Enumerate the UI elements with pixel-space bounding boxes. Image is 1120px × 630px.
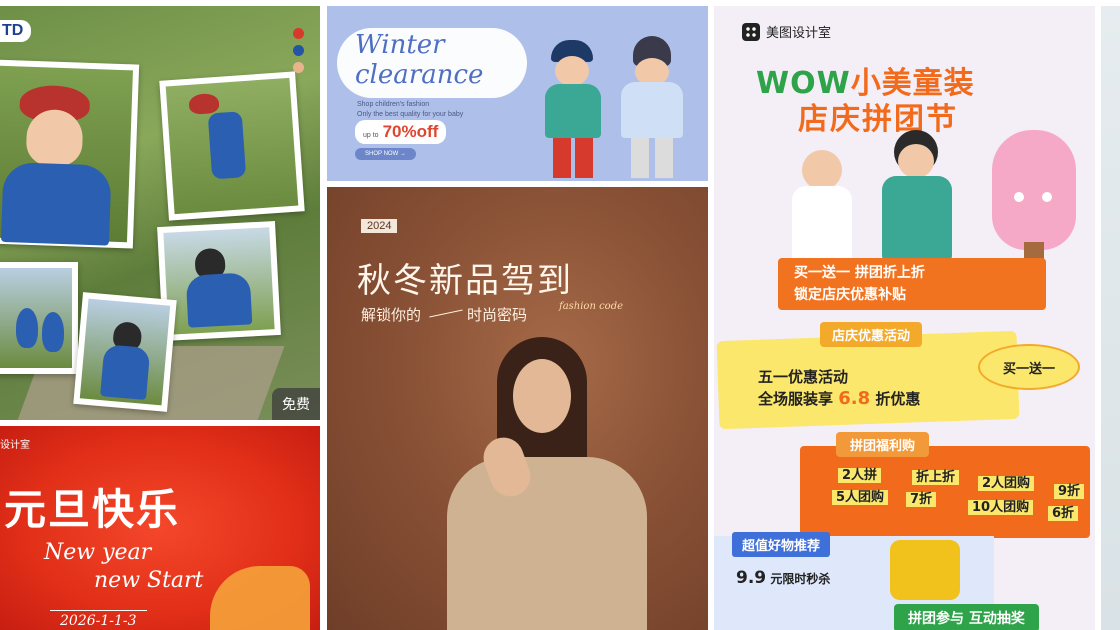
- shop-now-button: SHOP NOW →: [355, 148, 416, 160]
- template-card-autumn-fashion[interactable]: 2024 秋冬新品驾到 解锁你的 时尚密码 fashion code: [327, 187, 708, 630]
- swatch-red[interactable]: [293, 28, 304, 39]
- recommend-price-text: 元限时秒杀: [770, 572, 831, 586]
- collage-photo: [157, 220, 281, 342]
- swatch-peach[interactable]: [293, 62, 304, 73]
- horse-illustration: [210, 566, 310, 630]
- promo-section-body: 五一优惠活动 全场服装享 6.8 折优惠: [758, 366, 920, 410]
- promo-line-2-prefix: 全场服装享: [758, 390, 834, 408]
- recommend-price: 9.9 元限时秒杀: [736, 568, 830, 588]
- group-item: 7折: [906, 488, 937, 507]
- group-item: 2人团购: [978, 472, 1035, 491]
- promo-discount: 6.8: [838, 388, 871, 409]
- template-card-new-year[interactable]: 设计室 元旦快乐 New year new Start 2026-1-1-3: [0, 426, 320, 630]
- group-section-title: 拼团福利购: [836, 432, 930, 457]
- subtitle-line-1: Shop children's fashion: [357, 101, 430, 108]
- english-line-1: New year: [44, 540, 152, 565]
- color-swatches: [293, 28, 304, 73]
- group-item: 2人拼: [838, 464, 882, 483]
- subtitle-line-2: Only the best quality for your baby: [357, 111, 464, 118]
- brand-tag: TD: [0, 20, 32, 42]
- discount-prefix: up to: [363, 132, 379, 139]
- title-line-2: clearance: [355, 60, 484, 90]
- meitu-logo-icon: [742, 22, 760, 41]
- promo-banner-line-1: 买一送一 拼团折上折: [794, 265, 925, 281]
- group-item: 5人团购: [832, 486, 889, 505]
- promo-line-2: 全场服装享 6.8 折优惠: [758, 388, 920, 410]
- subline-right: 时尚密码: [467, 306, 528, 324]
- template-gallery: TD 免费 Winter clearance Shop children's f…: [0, 0, 1120, 630]
- english-line-2: new Start: [94, 568, 204, 593]
- template-card-partial[interactable]: [1101, 6, 1120, 630]
- group-item: 10人团购: [968, 496, 1034, 515]
- group-item: 6折: [1048, 502, 1079, 521]
- discount-pill: up to 70%off: [355, 120, 447, 144]
- free-badge: 免费: [272, 388, 320, 420]
- template-card-winter-clearance[interactable]: Winter clearance Shop children's fashion…: [327, 6, 708, 181]
- discount-value: 70%off: [382, 122, 439, 141]
- yellow-jacket-image: [890, 540, 960, 600]
- template-card-kids-store[interactable]: 美图设计室 WOW小美童装 店庆拼团节 买一送一 拼团折上折 锁定店庆优惠补贴 …: [714, 6, 1095, 630]
- brand-logo: 美图设计室: [742, 22, 831, 41]
- group-item: 折上折: [912, 466, 960, 485]
- collage-photo: [73, 292, 177, 412]
- divider-line: [429, 309, 463, 318]
- subline-left: 解锁你的: [361, 306, 422, 324]
- model-photo: [427, 337, 657, 630]
- promo-section-title: 店庆优惠活动: [820, 322, 923, 347]
- kids-photo: [541, 34, 701, 179]
- headline: 元旦快乐: [4, 485, 181, 534]
- speech-bubble: 买一送一: [978, 344, 1080, 390]
- promo-banner: 买一送一 拼团折上折 锁定店庆优惠补贴: [778, 258, 1046, 310]
- swatch-blue[interactable]: [293, 45, 304, 56]
- promo-line-1: 五一优惠活动: [758, 368, 849, 386]
- recommend-section-title: 超值好物推荐: [732, 532, 831, 557]
- collage-photo: [0, 262, 78, 374]
- studio-label: 设计室: [0, 440, 30, 451]
- promo-banner-line-2: 锁定店庆优惠补贴: [794, 287, 906, 303]
- title-line-1: Winter: [355, 30, 445, 60]
- subtitle: Shop children's fashion Only the best qu…: [357, 100, 463, 120]
- kids-illustration: [784, 130, 974, 260]
- date-text: 2026-1-1-3: [50, 610, 147, 630]
- collage-photo: [0, 59, 140, 249]
- template-card-kids-collage[interactable]: TD 免费: [0, 6, 320, 420]
- headline: 秋冬新品驾到: [357, 261, 573, 301]
- brand-name: 美图设计室: [766, 26, 832, 41]
- group-item: 9折: [1054, 480, 1085, 499]
- collage-photo: [159, 71, 305, 221]
- bottom-banner: 拼团参与 互动抽奖: [894, 604, 1039, 630]
- script-text: fashion code: [559, 301, 624, 312]
- year-badge: 2024: [361, 219, 398, 233]
- recommend-price-value: 9.9: [736, 568, 767, 588]
- promo-line-2-suffix: 折优惠: [875, 390, 921, 408]
